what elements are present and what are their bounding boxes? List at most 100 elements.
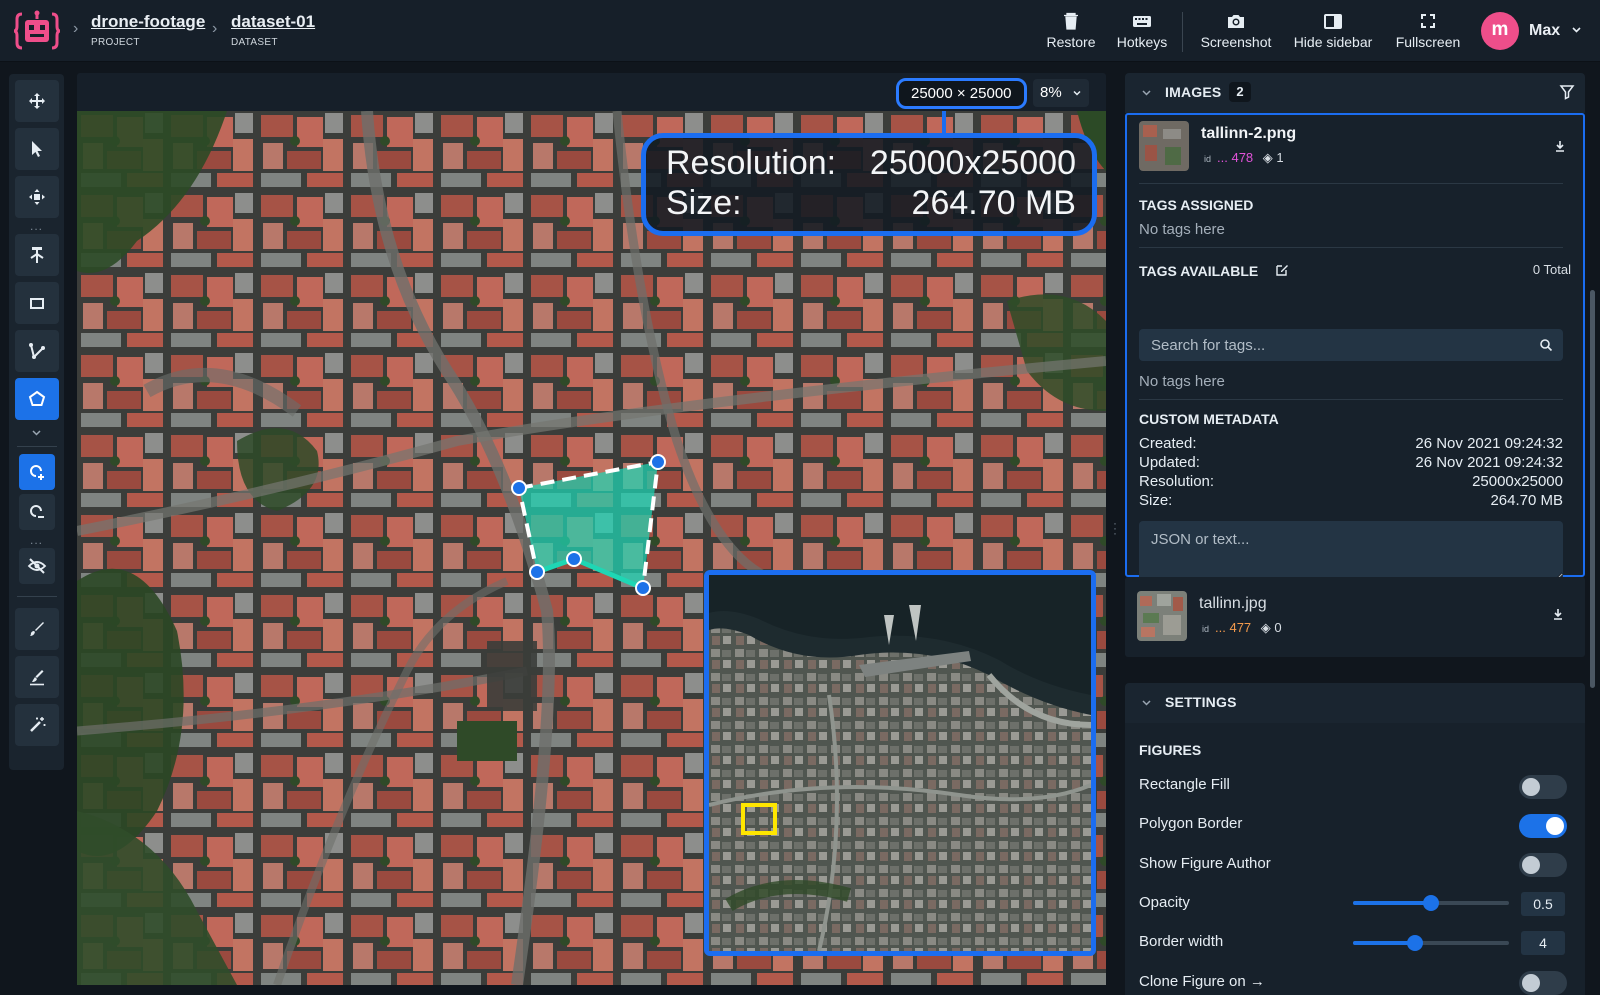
clone-figure-toggle[interactable] bbox=[1519, 971, 1567, 995]
polygon-icon bbox=[28, 390, 46, 406]
sidebar-scrollbar[interactable] bbox=[1590, 290, 1595, 688]
image-id-value: ... 477 bbox=[1215, 620, 1252, 635]
filter-icon[interactable] bbox=[1559, 84, 1575, 100]
metadata-row-updated: Updated: 26 Nov 2021 09:24:32 bbox=[1139, 454, 1563, 472]
slider-thumb[interactable] bbox=[1407, 935, 1424, 951]
fullscreen-icon bbox=[1421, 14, 1435, 28]
hide-sidebar-button[interactable]: Hide sidebar bbox=[1290, 10, 1376, 50]
polygon-tool-button[interactable] bbox=[15, 378, 59, 420]
toolbar-separator bbox=[17, 446, 57, 447]
pan-tool-button[interactable] bbox=[15, 80, 59, 122]
images-section-header[interactable]: IMAGES 2 bbox=[1125, 73, 1585, 113]
hotkeys-label: Hotkeys bbox=[1116, 34, 1168, 50]
add-point-tool-button[interactable] bbox=[19, 454, 55, 490]
image-meta: id ... 477 ◈ 0 bbox=[1202, 620, 1282, 636]
image-viewer: 25000 × 25000 8% Resolution: 25000x25000… bbox=[77, 73, 1106, 985]
opacity-value[interactable]: 0.5 bbox=[1521, 892, 1565, 916]
keyboard-icon bbox=[1133, 16, 1151, 27]
toggle-knob bbox=[1522, 974, 1540, 992]
image-card-selected[interactable]: tallinn-2.png id ... 478 ◈ 1 TAGS ASSIGNE… bbox=[1125, 113, 1585, 581]
image-filename[interactable]: tallinn-2.png bbox=[1201, 125, 1296, 143]
robot-logo-icon[interactable] bbox=[14, 10, 60, 52]
image-canvas[interactable]: Resolution: 25000x25000 Size: 264.70 MB bbox=[77, 111, 1106, 985]
lasso-minus-icon bbox=[30, 505, 44, 518]
polygon-vertex-handle[interactable] bbox=[635, 580, 651, 596]
polygon-vertex-handle[interactable] bbox=[650, 454, 666, 470]
chevron-down-icon bbox=[1073, 90, 1081, 96]
slider-thumb[interactable] bbox=[1423, 895, 1439, 911]
breadcrumb-dataset-name[interactable]: dataset-01 bbox=[231, 12, 315, 32]
toggle-knob bbox=[1522, 856, 1540, 874]
eraser-brush-icon bbox=[30, 670, 44, 686]
hotkeys-button[interactable]: Hotkeys bbox=[1114, 10, 1170, 50]
search-icon[interactable] bbox=[1539, 338, 1553, 352]
image-thumbnail[interactable] bbox=[1137, 591, 1187, 641]
rectangle-tool-button[interactable] bbox=[15, 282, 59, 324]
user-avatar[interactable]: m bbox=[1481, 12, 1519, 50]
more-dots: ... bbox=[29, 219, 43, 233]
restore-button[interactable]: Restore bbox=[1043, 10, 1099, 50]
thumbnail-image bbox=[1139, 121, 1189, 171]
settings-body: FIGURES Rectangle Fill Polygon Border Sh… bbox=[1125, 723, 1585, 995]
connector-line bbox=[942, 111, 946, 135]
eraser-tool-button[interactable] bbox=[15, 656, 59, 698]
fullscreen-button[interactable]: Fullscreen bbox=[1392, 10, 1464, 50]
edit-icon[interactable] bbox=[1275, 263, 1289, 277]
tag-search-input[interactable] bbox=[1139, 329, 1563, 361]
screenshot-label: Screenshot bbox=[1200, 34, 1272, 50]
metadata-value: 25000x25000 bbox=[1472, 473, 1563, 490]
point-tool-button[interactable] bbox=[15, 234, 59, 276]
chevron-down-icon[interactable] bbox=[1571, 24, 1582, 35]
tags-assigned-title: TAGS ASSIGNED bbox=[1139, 197, 1254, 213]
rectangle-fill-toggle[interactable] bbox=[1519, 775, 1567, 799]
polygon-vertex-handle[interactable] bbox=[529, 564, 545, 580]
images-count-badge: 2 bbox=[1229, 82, 1251, 102]
metadata-json-input[interactable] bbox=[1139, 521, 1563, 581]
download-icon[interactable] bbox=[1553, 139, 1567, 153]
user-name[interactable]: Max bbox=[1529, 22, 1560, 40]
tags-available-title: TAGS AVAILABLE bbox=[1139, 263, 1259, 279]
restore-label: Restore bbox=[1046, 34, 1096, 50]
border-width-slider[interactable] bbox=[1353, 935, 1509, 951]
zoom-select[interactable]: 8% bbox=[1033, 79, 1089, 107]
polygon-vertex-handle[interactable] bbox=[566, 551, 582, 567]
image-id-value: ... 478 bbox=[1217, 150, 1254, 165]
polygon-border-toggle[interactable] bbox=[1519, 814, 1567, 838]
rectangle-icon bbox=[30, 298, 44, 309]
breadcrumb-project[interactable]: drone-footage PROJECT bbox=[91, 12, 205, 48]
hide-figures-button[interactable] bbox=[19, 548, 55, 584]
metadata-key: Size: bbox=[1139, 492, 1173, 509]
show-figure-author-toggle[interactable] bbox=[1519, 853, 1567, 877]
chevron-down-icon[interactable] bbox=[1141, 697, 1152, 708]
brush-tool-button[interactable] bbox=[15, 608, 59, 650]
divider bbox=[1139, 247, 1563, 248]
polyline-tool-button[interactable] bbox=[15, 330, 59, 372]
screenshot-button[interactable]: Screenshot bbox=[1196, 10, 1276, 50]
tag-search[interactable] bbox=[1139, 329, 1563, 361]
chevron-down-icon[interactable] bbox=[1141, 87, 1152, 98]
opacity-label: Opacity bbox=[1139, 894, 1190, 911]
image-card[interactable]: tallinn.jpg id ... 477 ◈ 0 bbox=[1125, 577, 1585, 657]
select-tool-button[interactable] bbox=[15, 128, 59, 170]
images-section-title: IMAGES bbox=[1165, 84, 1222, 100]
divider bbox=[1139, 183, 1563, 184]
magic-wand-tool-button[interactable] bbox=[15, 704, 59, 746]
border-width-value[interactable]: 4 bbox=[1521, 931, 1565, 955]
panel-resize-grip[interactable]: · · · bbox=[1113, 517, 1117, 539]
chevron-down-icon[interactable] bbox=[31, 427, 42, 438]
image-filename[interactable]: tallinn.jpg bbox=[1199, 595, 1267, 613]
image-thumbnail[interactable] bbox=[1139, 121, 1189, 171]
download-icon[interactable] bbox=[1551, 607, 1565, 621]
tags-available-empty: No tags here bbox=[1139, 373, 1225, 390]
minimap[interactable] bbox=[704, 570, 1096, 956]
remove-point-tool-button[interactable] bbox=[19, 494, 55, 530]
opacity-slider[interactable] bbox=[1353, 895, 1509, 911]
drag-tool-button[interactable] bbox=[15, 176, 59, 218]
breadcrumb-project-name[interactable]: drone-footage bbox=[91, 12, 205, 32]
polygon-vertex-handle[interactable] bbox=[511, 480, 527, 496]
metadata-key: Created: bbox=[1139, 435, 1197, 452]
rectangle-fill-label: Rectangle Fill bbox=[1139, 776, 1230, 793]
thumbnail-image bbox=[1137, 591, 1187, 641]
breadcrumb-dataset[interactable]: dataset-01 DATASET bbox=[231, 12, 315, 48]
settings-section-header[interactable]: SETTINGS bbox=[1125, 683, 1585, 723]
